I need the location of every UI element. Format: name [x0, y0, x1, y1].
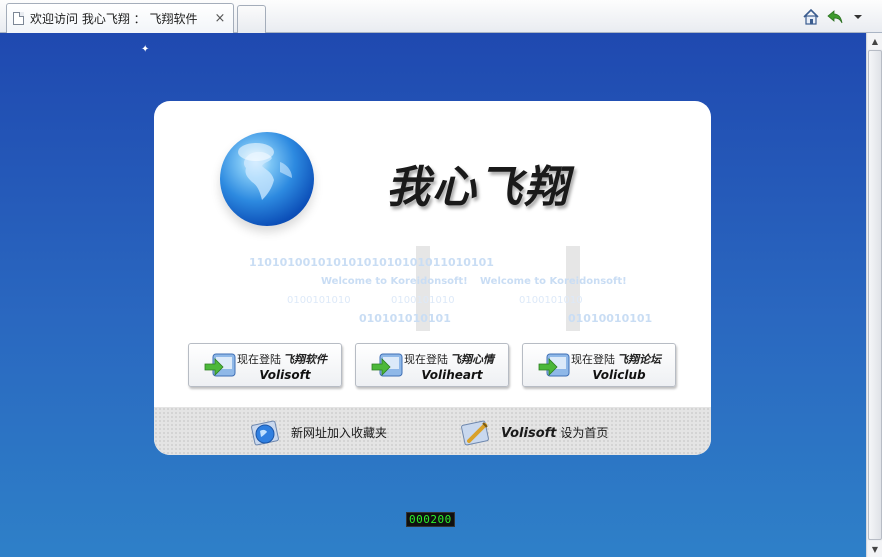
enter-arrow-icon	[204, 353, 236, 377]
globe-icon	[220, 132, 314, 226]
homepage-tool-icon	[461, 420, 489, 446]
panel-footer: 新网址加入收藏夹 Volisoft 设为首页	[154, 407, 711, 455]
scroll-down-icon[interactable]: ▼	[868, 541, 882, 557]
login-voliclub-button[interactable]: 现在登陆 飞翔论坛 Voliclub	[522, 343, 676, 387]
binary-text: 0100101010	[391, 295, 455, 306]
button-heading: 现在登陆 飞翔软件	[237, 353, 327, 366]
visit-counter: 000200	[406, 512, 455, 527]
binary-text: 0100101010	[519, 295, 583, 306]
enter-arrow-icon	[538, 353, 570, 377]
tab-close-icon[interactable]: ×	[213, 11, 227, 26]
welcome-text: Welcome to Koreidonsoft!	[480, 276, 627, 287]
set-homepage-link[interactable]: Volisoft 设为首页	[459, 417, 608, 447]
page-icon	[13, 12, 24, 25]
binary-text: 0100101010	[287, 295, 351, 306]
browser-tabbar: 欢迎访问 我心飞翔 ： 飞翔软件 ×	[0, 0, 882, 33]
binary-text: 010101010101	[359, 312, 451, 325]
button-subtitle: Volisoft	[259, 368, 311, 382]
enter-arrow-icon	[371, 353, 403, 377]
bookmark-globe-icon	[251, 420, 279, 446]
scroll-up-icon[interactable]: ▲	[868, 33, 882, 49]
browser-tab-active[interactable]: 欢迎访问 我心飞翔 ： 飞翔软件 ×	[6, 3, 234, 33]
add-bookmark-link[interactable]: 新网址加入收藏夹	[249, 417, 387, 447]
welcome-text: Welcome to Koreidonsoft!	[321, 276, 468, 287]
button-heading: 现在登陆 飞翔心情	[404, 353, 494, 366]
main-panel: 11010100101010101010101011010101 Welcome…	[154, 101, 711, 455]
vertical-scrollbar[interactable]: ▲ ▼	[866, 33, 882, 557]
binary-text: 11010100101010101010101011010101	[249, 256, 494, 269]
new-tab-button[interactable]	[237, 5, 266, 33]
dropdown-arrow-icon[interactable]	[852, 8, 864, 26]
button-subtitle: Voliheart	[421, 368, 483, 382]
button-subtitle: Voliclub	[592, 368, 646, 382]
scrollbar-thumb[interactable]	[868, 50, 882, 540]
binary-text: 01010010101	[568, 312, 653, 325]
sparkle-icon: ✦	[141, 44, 150, 55]
button-heading: 现在登陆 飞翔论坛	[571, 353, 661, 366]
bookmark-text: 新网址加入收藏夹	[291, 425, 388, 440]
login-voliheart-button[interactable]: 现在登陆 飞翔心情 Voliheart	[355, 343, 509, 387]
brand-logo: 我心飞翔	[386, 162, 570, 213]
home-icon[interactable]	[802, 8, 820, 26]
tab-title: 欢迎访问 我心飞翔 ： 飞翔软件	[30, 12, 198, 26]
back-arrow-icon[interactable]	[826, 8, 844, 26]
homepage-text: Volisoft 设为首页	[501, 425, 609, 441]
login-volisoft-button[interactable]: 现在登陆 飞翔软件 Volisoft	[188, 343, 342, 387]
page-viewport: ✦ 11010100101010101010101011010101 Welco…	[0, 33, 866, 557]
